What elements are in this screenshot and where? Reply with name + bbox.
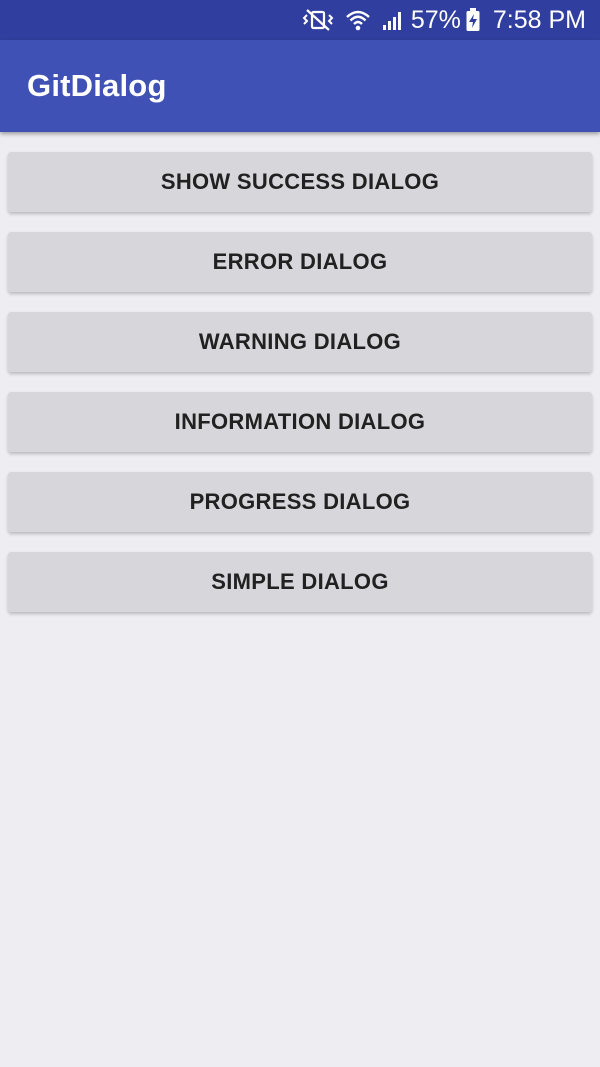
app-title: GitDialog bbox=[27, 68, 167, 103]
button-label: ERROR DIALOG bbox=[212, 249, 388, 274]
button-label: PROGRESS DIALOG bbox=[189, 489, 411, 514]
signal-icon bbox=[381, 8, 405, 32]
app-bar: GitDialog bbox=[0, 40, 600, 132]
information-dialog-button[interactable]: INFORMATION DIALOG bbox=[8, 392, 592, 452]
button-list: SHOW SUCCESS DIALOG ERROR DIALOG WARNING… bbox=[0, 132, 600, 1067]
status-time: 7:58 PM bbox=[492, 5, 586, 34]
progress-dialog-button[interactable]: PROGRESS DIALOG bbox=[8, 472, 592, 532]
warning-dialog-button[interactable]: WARNING DIALOG bbox=[8, 312, 592, 372]
battery-percent: 57% bbox=[410, 5, 461, 34]
button-label: SIMPLE DIALOG bbox=[211, 569, 389, 594]
show-success-dialog-button[interactable]: SHOW SUCCESS DIALOG bbox=[8, 152, 592, 212]
error-dialog-button[interactable]: ERROR DIALOG bbox=[8, 232, 592, 292]
button-label: INFORMATION DIALOG bbox=[174, 409, 426, 434]
status-bar: 57% 7:58 PM bbox=[0, 0, 600, 40]
button-label: SHOW SUCCESS DIALOG bbox=[160, 169, 440, 194]
wifi-icon bbox=[345, 8, 371, 32]
simple-dialog-button[interactable]: SIMPLE DIALOG bbox=[8, 552, 592, 612]
button-label: WARNING DIALOG bbox=[198, 329, 402, 354]
battery-charging-icon bbox=[465, 7, 481, 33]
vibrate-mute-icon bbox=[301, 8, 335, 32]
